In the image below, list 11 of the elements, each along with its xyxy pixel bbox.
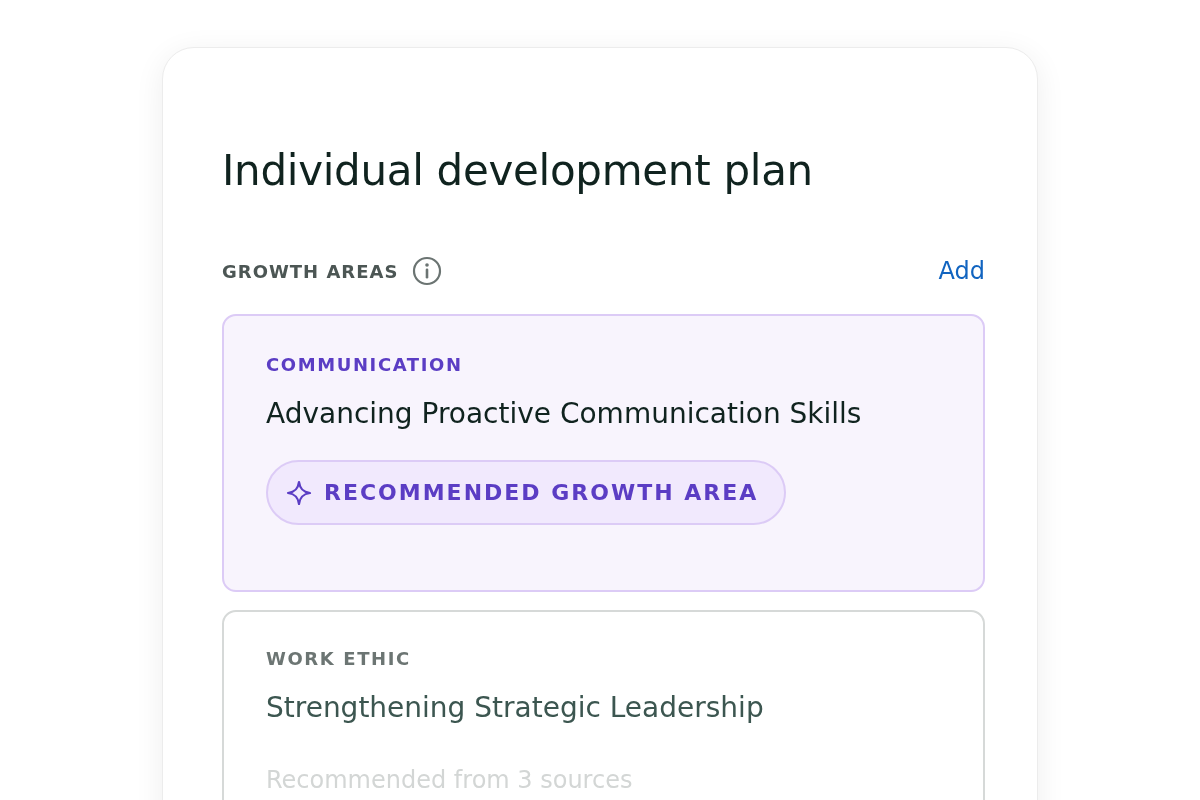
section-heading: GROWTH AREAS [222, 260, 399, 282]
growth-area-card[interactable]: COMMUNICATION Advancing Proactive Communication Skills RECOMMENDED GROWTH AREA [222, 314, 985, 592]
sparkle-icon [286, 479, 312, 506]
recommended-badge: RECOMMENDED GROWTH AREA [266, 460, 787, 525]
category-label: WORK ETHIC [266, 648, 412, 669]
page-title: Individual development plan [222, 150, 814, 192]
growth-area-title: Advancing Proactive Communication Skills [266, 397, 863, 430]
category-label: COMMUNICATION [266, 354, 464, 375]
growth-area-title: Strengthening Strategic Leadership [266, 691, 765, 724]
info-icon[interactable] [412, 256, 443, 286]
add-link[interactable]: Add [938, 257, 985, 285]
